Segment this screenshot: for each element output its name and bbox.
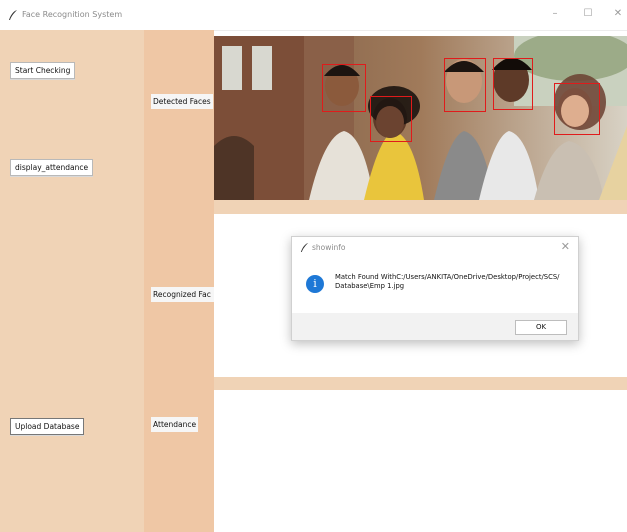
dialog-close-button[interactable]: ✕ [561, 240, 570, 253]
attendance-area [214, 390, 627, 532]
detected-faces-image [214, 36, 627, 200]
dialog-message: Match Found WithC:/Users/ANKITA/OneDrive… [335, 273, 560, 290]
feather-icon [9, 10, 17, 20]
recognized-faces-label: Recognized Fac [151, 287, 214, 302]
showinfo-dialog: showinfo ✕ i Match Found WithC:/Users/AN… [291, 236, 579, 341]
display-attendance-button[interactable]: display_attendance [10, 159, 94, 176]
info-icon: i [306, 275, 324, 293]
close-button[interactable]: ✕ [611, 8, 625, 20]
upload-database-button[interactable]: Upload Database [10, 418, 85, 435]
title-bar: Face Recognition System – ☐ ✕ [0, 0, 627, 31]
attendance-label: Attendance [151, 417, 199, 432]
window-title: Face Recognition System [22, 10, 123, 19]
minimize-button[interactable]: – [548, 8, 562, 20]
face-box [554, 83, 600, 135]
left-panel [0, 30, 144, 532]
detected-faces-label: Detected Faces [151, 94, 213, 109]
separator-band [214, 377, 627, 390]
dialog-title: showinfo [312, 243, 346, 252]
maximize-button[interactable]: ☐ [581, 8, 595, 20]
face-box [444, 58, 486, 112]
ok-button[interactable]: OK [515, 320, 567, 335]
separator-band [214, 200, 627, 214]
face-box [322, 64, 366, 112]
face-box [370, 96, 412, 142]
start-checking-button[interactable]: Start Checking [10, 62, 76, 79]
feather-icon [300, 243, 309, 253]
face-box [493, 58, 533, 110]
